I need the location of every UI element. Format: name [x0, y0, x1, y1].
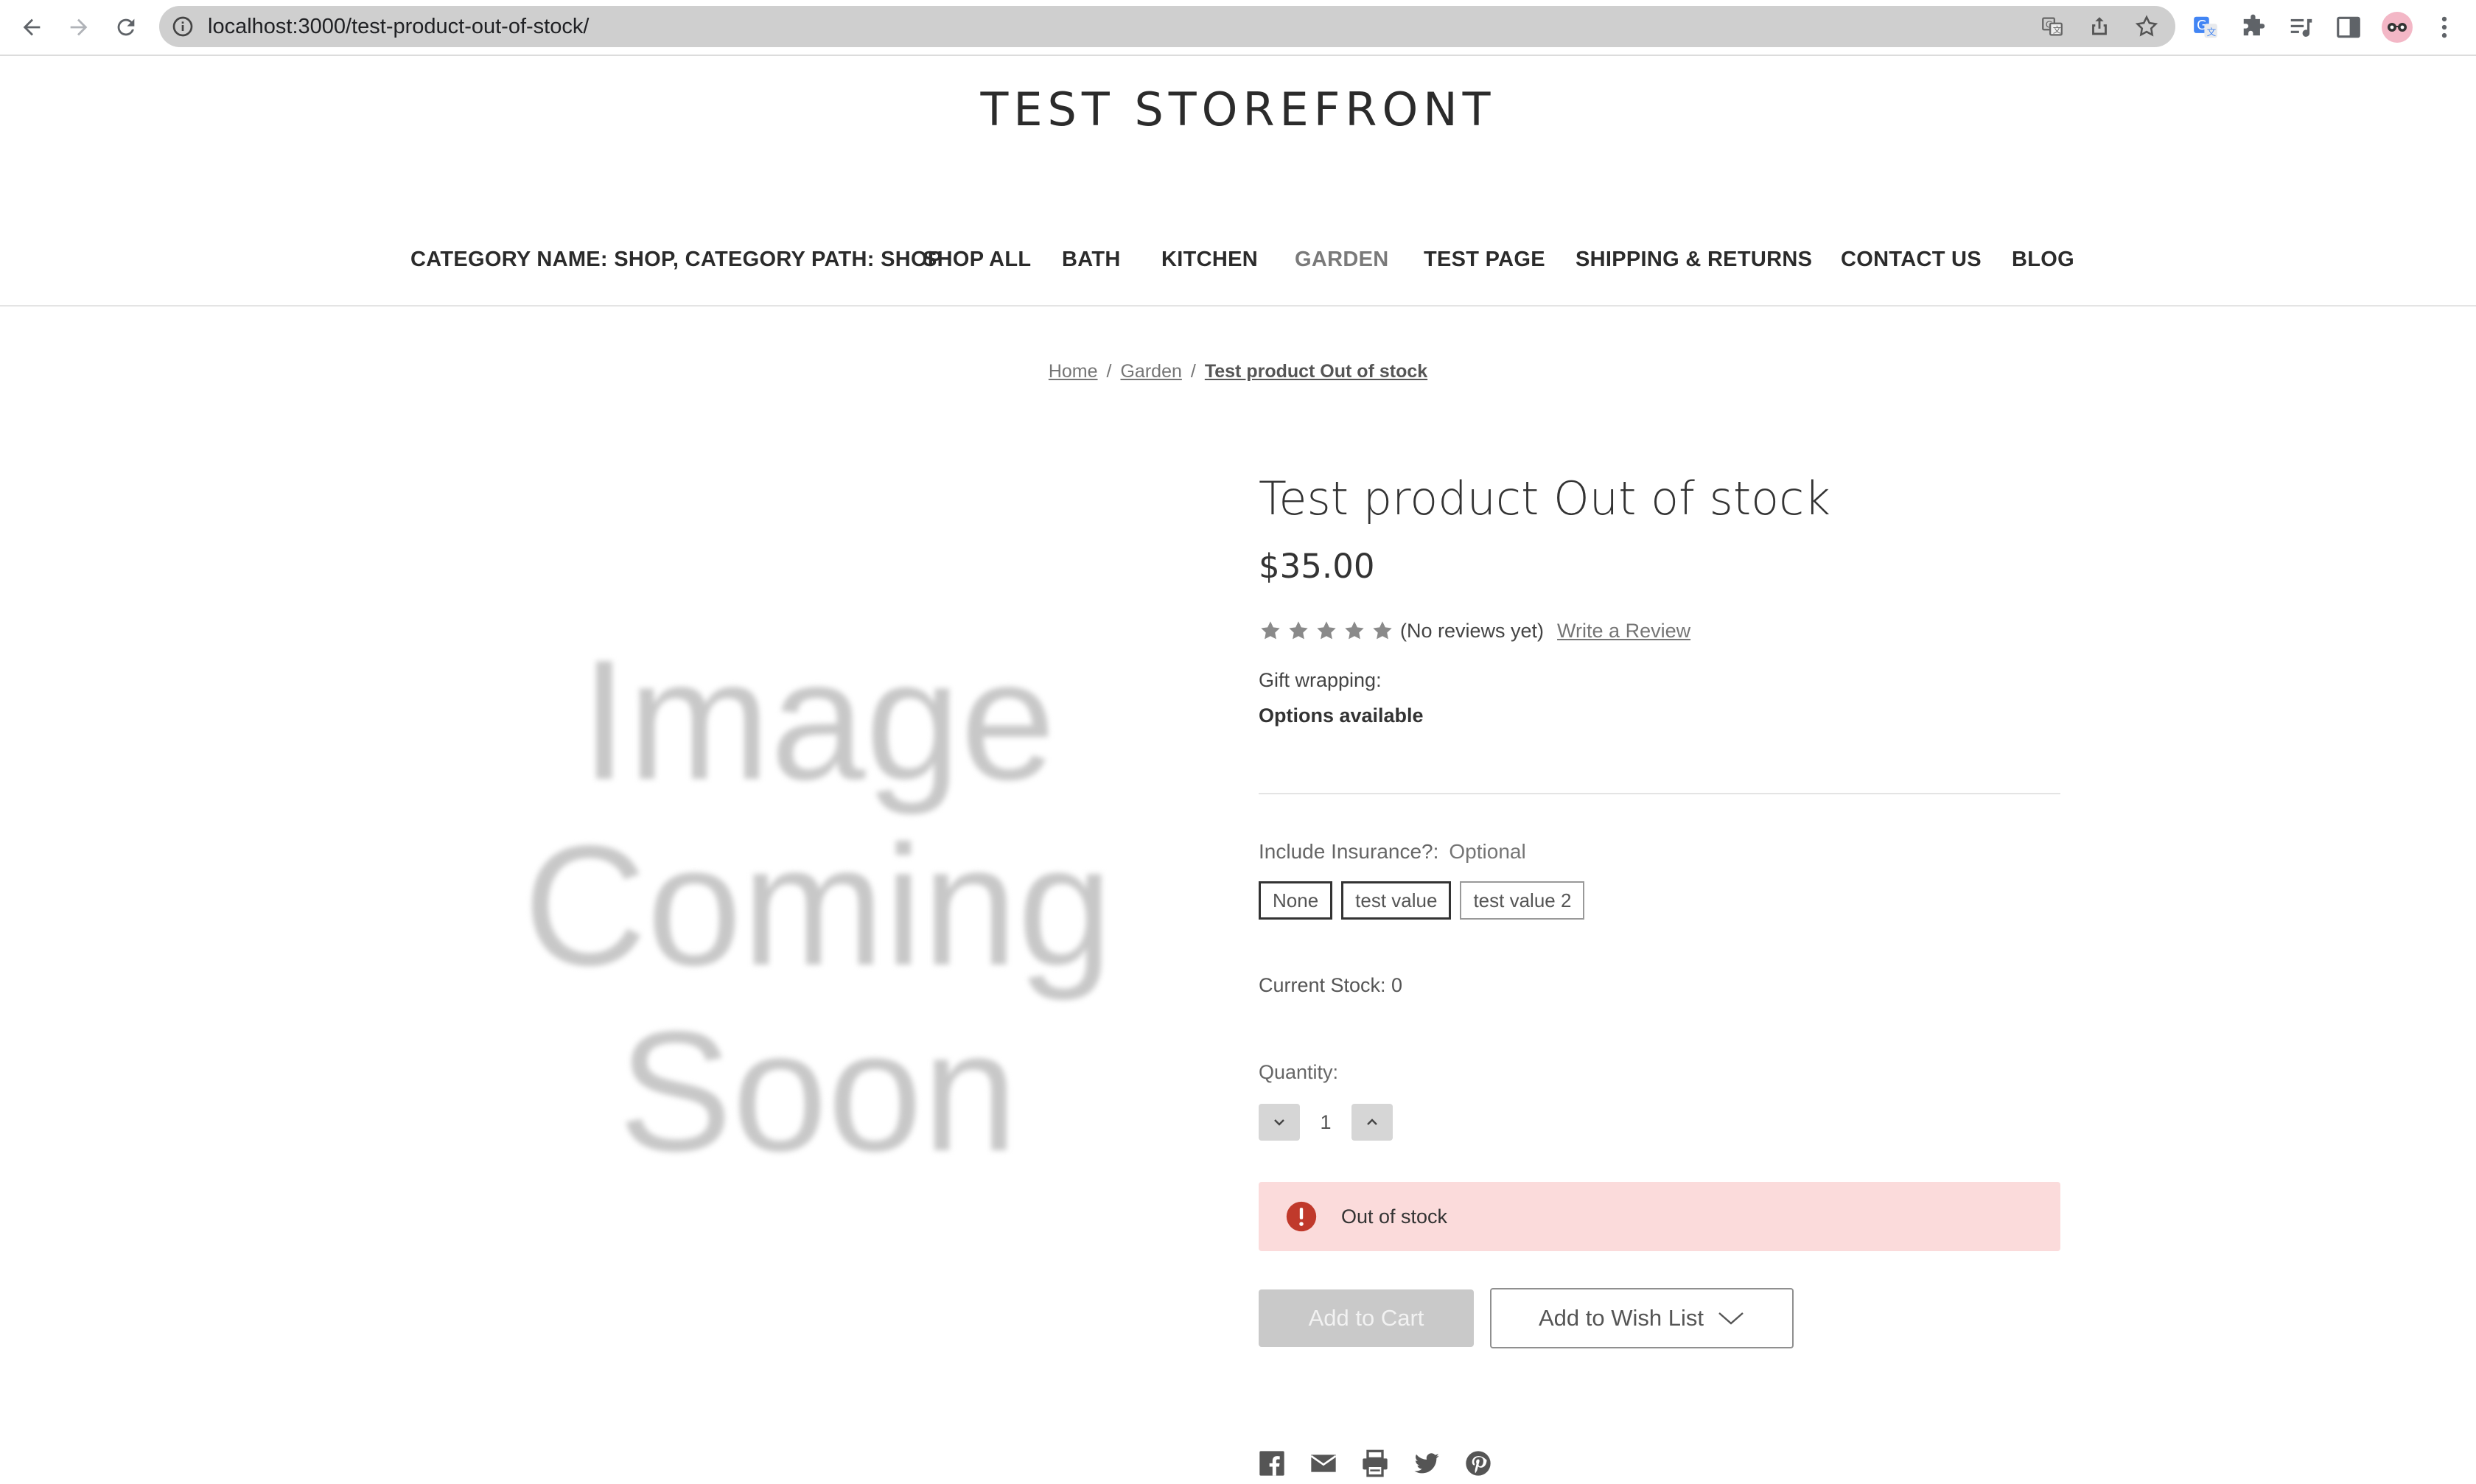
back-arrow-icon [23, 18, 41, 36]
quantity-increase-button[interactable] [1351, 1104, 1393, 1141]
star-icon [1261, 621, 1280, 640]
profile-avatar[interactable] [2382, 12, 2413, 43]
bookmark-star-icon[interactable] [2134, 14, 2159, 39]
breadcrumb-current[interactable]: Test product Out of stock [1205, 361, 1427, 382]
breadcrumb-home[interactable]: Home [1049, 361, 1098, 382]
quantity-stepper: 1 [1259, 1104, 1393, 1141]
insurance-optional: Optional [1449, 840, 1526, 863]
reading-list-icon[interactable] [2287, 13, 2315, 41]
forward-button[interactable] [60, 9, 97, 46]
nav-item-shop-all[interactable]: SHOP ALL [923, 248, 1031, 272]
translate-icon[interactable]: G文 [2040, 14, 2065, 39]
product-title: Test product Out of stock [1259, 472, 1831, 525]
nav-divider [0, 305, 2476, 307]
forward-arrow-icon [70, 18, 88, 36]
chevron-down-icon [1718, 1312, 1744, 1325]
insurance-label: Include Insurance?: Optional [1259, 840, 1526, 864]
quantity-decrease-button[interactable] [1259, 1104, 1300, 1141]
share-icon[interactable] [2087, 14, 2112, 39]
placeholder-line: Soon [618, 996, 1018, 1187]
reviews-count: (No reviews yet) [1400, 619, 1545, 642]
main-navigation: CATEGORY NAME: SHOP, CATEGORY PATH: SHOP… [0, 248, 2476, 281]
nav-item-shipping-returns[interactable]: SHIPPING & RETURNS [1576, 248, 1812, 272]
product-price: $35.00 [1259, 547, 1375, 586]
product-rating: (No reviews yet) Write a Review [1259, 616, 1690, 645]
google-translate-extension-icon[interactable]: G文 [2192, 13, 2220, 41]
nav-item-kitchen[interactable]: KITCHEN [1161, 248, 1258, 272]
pinterest-icon[interactable] [1463, 1449, 1493, 1478]
url-text[interactable]: localhost:3000/test-product-out-of-stock… [208, 6, 589, 47]
quantity-input[interactable]: 1 [1300, 1111, 1351, 1134]
section-divider [1259, 793, 2060, 794]
twitter-icon[interactable] [1412, 1449, 1441, 1478]
svg-text:文: 文 [2053, 25, 2061, 35]
info-icon[interactable] [171, 15, 195, 38]
insurance-option-test-value[interactable]: test value [1341, 881, 1452, 920]
add-to-wishlist-label: Add to Wish List [1539, 1305, 1704, 1331]
nav-item-bath[interactable]: BATH [1062, 248, 1121, 272]
store-title[interactable]: TEST STOREFRONT [0, 83, 2476, 136]
insurance-options: None test value test value 2 [1259, 881, 1585, 920]
star-icon [1317, 621, 1336, 640]
browser-menu-icon[interactable] [2430, 13, 2458, 41]
alert-message: Out of stock [1341, 1205, 1448, 1228]
email-icon[interactable] [1309, 1449, 1338, 1478]
chevron-up-icon [1367, 1119, 1377, 1125]
current-stock: Current Stock: 0 [1259, 974, 1403, 996]
breadcrumb-separator: / [1106, 361, 1112, 382]
browser-toolbar: localhost:3000/test-product-out-of-stock… [0, 0, 2476, 56]
facebook-icon[interactable] [1257, 1449, 1287, 1478]
star-icon [1345, 621, 1364, 640]
quantity-label: Quantity: [1259, 1061, 1339, 1083]
error-icon [1286, 1201, 1317, 1232]
nav-item-garden[interactable]: GARDEN [1295, 248, 1388, 272]
address-bar[interactable]: localhost:3000/test-product-out-of-stock… [159, 6, 2175, 47]
gift-wrapping-label: Gift wrapping: [1259, 669, 1382, 691]
out-of-stock-alert: Out of stock [1259, 1182, 2060, 1251]
nav-item-contact-us[interactable]: CONTACT US [1841, 248, 1982, 272]
breadcrumb-garden[interactable]: Garden [1120, 361, 1181, 382]
svg-text:文: 文 [2207, 27, 2217, 38]
insurance-label-text: Include Insurance?: [1259, 840, 1439, 863]
breadcrumb: Home / Garden / Test product Out of stock [0, 361, 2476, 382]
back-button[interactable] [13, 9, 50, 46]
social-share-bar [1257, 1449, 1493, 1478]
write-review-link[interactable]: Write a Review [1557, 620, 1690, 643]
product-image-placeholder[interactable]: Image Coming Soon [450, 612, 1186, 1201]
print-icon[interactable] [1360, 1449, 1390, 1478]
rating-stars [1259, 619, 1394, 643]
placeholder-line: Coming [523, 811, 1113, 1001]
add-to-wishlist-button[interactable]: Add to Wish List [1490, 1288, 1794, 1348]
chevron-down-icon [1274, 1119, 1284, 1126]
add-to-cart-button[interactable]: Add to Cart [1259, 1289, 1474, 1347]
nav-item-blog[interactable]: BLOG [2012, 248, 2074, 272]
nav-item-shop-category[interactable]: CATEGORY NAME: SHOP, CATEGORY PATH: SHOP [410, 248, 943, 272]
reload-icon [117, 18, 135, 36]
insurance-option-none[interactable]: None [1259, 881, 1333, 920]
placeholder-line: Image [580, 625, 1056, 816]
reload-button[interactable] [108, 9, 144, 46]
star-icon [1289, 621, 1308, 640]
insurance-option-test-value-2[interactable]: test value 2 [1460, 881, 1585, 920]
nav-item-test-page[interactable]: TEST PAGE [1424, 248, 1545, 272]
extensions-puzzle-icon[interactable] [2240, 13, 2268, 41]
star-icon [1373, 621, 1392, 640]
side-panel-icon[interactable] [2335, 13, 2363, 41]
glasses-avatar-icon [2388, 23, 2407, 32]
breadcrumb-separator: / [1190, 361, 1196, 382]
gift-wrapping-value: Options available [1259, 704, 1424, 727]
